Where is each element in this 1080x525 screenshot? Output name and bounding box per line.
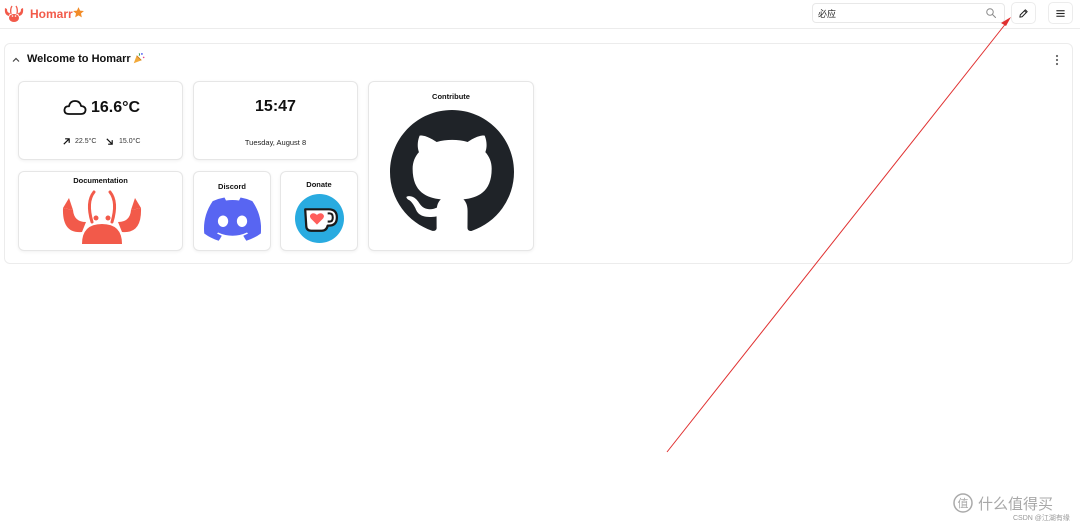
cloud-icon bbox=[63, 100, 87, 115]
clock-tile[interactable]: 15:47 Tuesday, August 8 bbox=[193, 81, 358, 160]
contribute-label: Contribute bbox=[432, 92, 470, 101]
discord-label: Discord bbox=[218, 182, 246, 191]
clock-time: 15:47 bbox=[255, 98, 296, 115]
github-icon bbox=[390, 110, 514, 231]
arrow-up-right-icon bbox=[63, 138, 70, 145]
min-temperature: 15.0°C bbox=[119, 138, 141, 145]
search-icon[interactable] bbox=[985, 7, 997, 19]
arrow-down-right-icon bbox=[106, 138, 113, 145]
documentation-label: Documentation bbox=[73, 176, 128, 185]
chevron-up-icon[interactable] bbox=[11, 55, 21, 65]
contribute-tile[interactable]: Contribute bbox=[368, 81, 534, 251]
homarr-logo-icon[interactable] bbox=[3, 4, 25, 24]
party-popper-icon bbox=[133, 52, 145, 64]
documentation-tile[interactable]: Documentation bbox=[18, 171, 183, 251]
edit-mode-button[interactable] bbox=[1011, 2, 1036, 24]
discord-icon bbox=[204, 197, 261, 241]
donate-tile[interactable]: Donate bbox=[280, 171, 358, 251]
watermark-logo-icon: 值 bbox=[953, 493, 973, 513]
star-icon bbox=[73, 7, 84, 18]
homarr-crab-icon bbox=[62, 190, 142, 244]
top-header: Homarr bbox=[0, 0, 1080, 29]
kofi-cup-icon bbox=[295, 194, 344, 243]
hamburger-icon bbox=[1056, 9, 1065, 17]
donate-label: Donate bbox=[306, 180, 332, 189]
watermark-credit: CSDN @江湖有缘 bbox=[1013, 515, 1070, 522]
temperature-value: 16.6°C bbox=[91, 99, 141, 116]
category-title: Welcome to Homarr bbox=[27, 53, 131, 65]
max-temperature: 22.5°C bbox=[75, 138, 97, 145]
watermark-site: 什么值得买 bbox=[978, 496, 1054, 513]
search-input[interactable] bbox=[812, 3, 1005, 23]
pencil-icon bbox=[1019, 8, 1028, 18]
svg-text:值: 值 bbox=[958, 497, 969, 510]
more-vertical-icon[interactable] bbox=[1052, 53, 1062, 67]
welcome-category-panel: Welcome to Homarr 16.6°C 22.5°C 15.0°C 1… bbox=[4, 43, 1073, 264]
weather-tile[interactable]: 16.6°C 22.5°C 15.0°C bbox=[18, 81, 183, 160]
discord-tile[interactable]: Discord bbox=[193, 171, 271, 251]
menu-button[interactable] bbox=[1048, 2, 1073, 24]
brand-name[interactable]: Homarr bbox=[30, 7, 73, 21]
clock-date: Tuesday, August 8 bbox=[244, 138, 307, 147]
